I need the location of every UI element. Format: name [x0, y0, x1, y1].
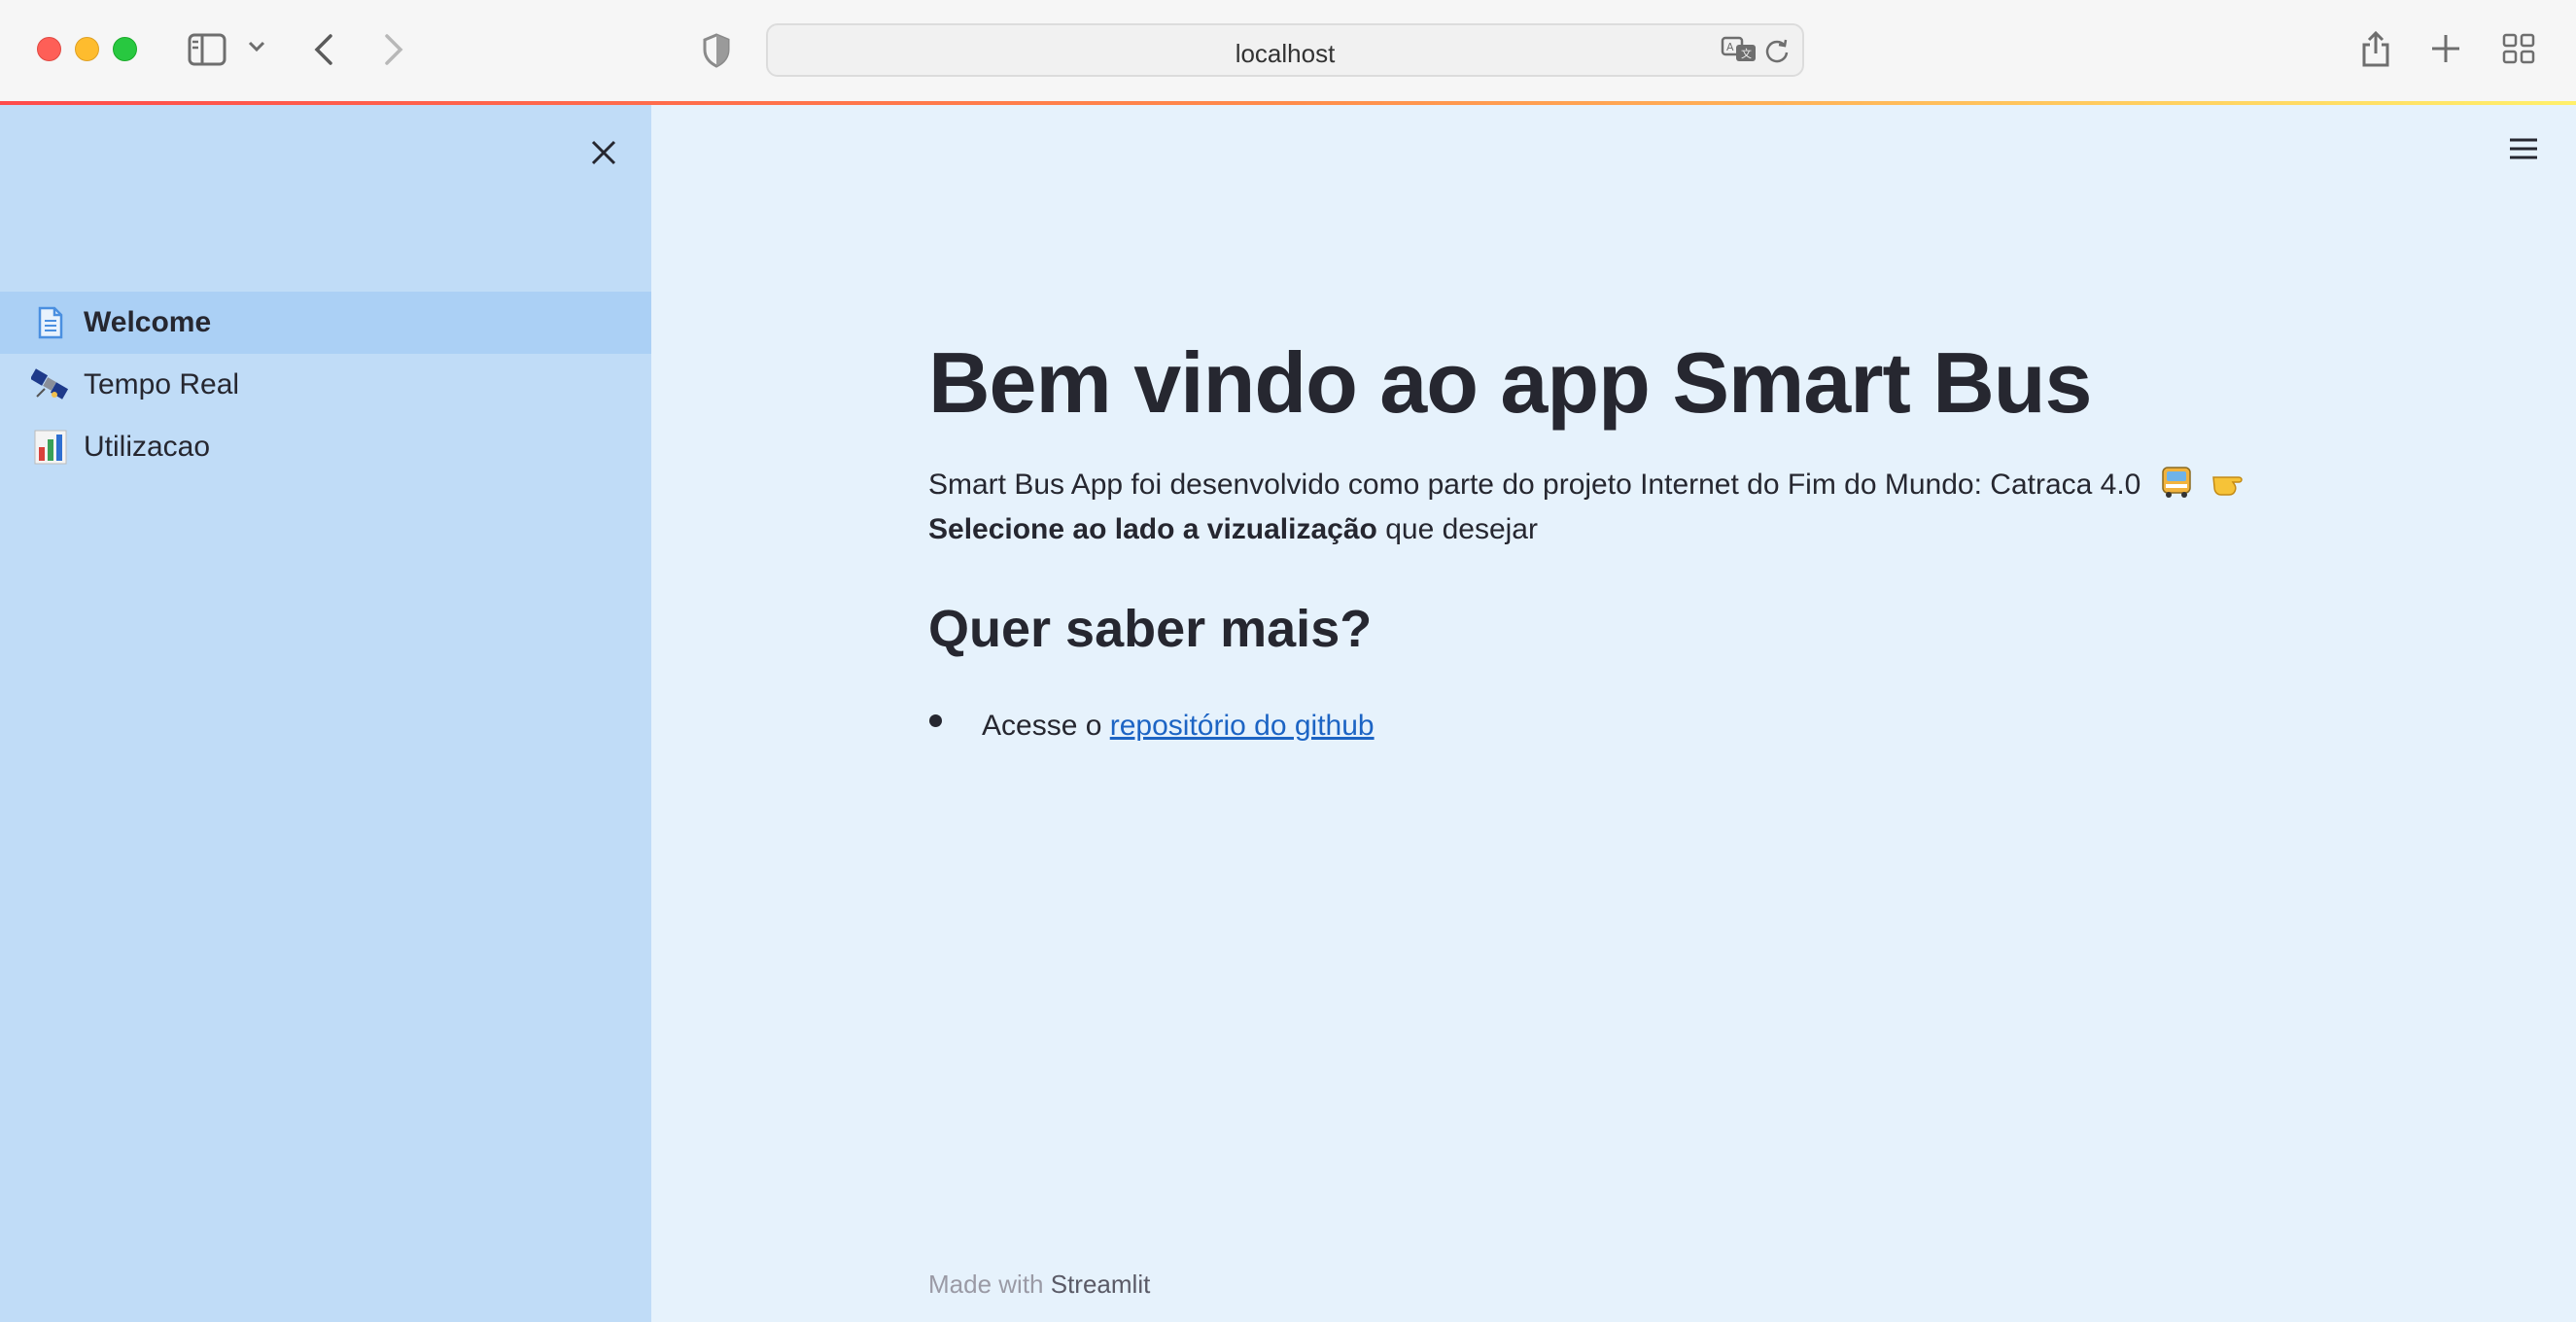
sidebar-item-utilizacao[interactable]: Utilizacao — [0, 416, 651, 478]
translate-icon[interactable]: A文 — [1721, 35, 1759, 64]
select-rest-text: que desejar — [1376, 513, 1538, 545]
svg-text:A: A — [1726, 41, 1734, 53]
new-tab-plus-icon[interactable] — [2430, 33, 2461, 64]
sidebar-item-label: Tempo Real — [84, 368, 240, 400]
bus-emoji-icon — [2159, 465, 2194, 507]
url-text: localhost — [1235, 39, 1336, 68]
pointing-hand-icon — [2210, 468, 2252, 504]
document-icon — [31, 303, 70, 342]
address-bar[interactable]: localhost A文 — [766, 23, 1804, 77]
chevron-down-icon[interactable] — [248, 41, 265, 52]
sidebar-toggle-icon[interactable] — [188, 33, 226, 66]
svg-text:文: 文 — [1741, 47, 1752, 60]
hamburger-menu-icon[interactable] — [2508, 136, 2539, 161]
main-content: Bem vindo ao app Smart Bus Smart Bus App… — [651, 105, 2576, 1322]
list-item: Acesse o repositório do github — [982, 710, 1375, 743]
bar-chart-icon — [31, 428, 70, 467]
section-heading: Quer saber mais? — [928, 600, 1373, 658]
streamlit-link[interactable]: Streamlit — [1051, 1270, 1151, 1299]
zoom-window-button[interactable] — [113, 37, 137, 61]
close-sidebar-icon[interactable] — [589, 138, 618, 167]
page-title: Bem vindo ao app Smart Bus — [928, 334, 2092, 431]
github-repository-link[interactable]: repositório do github — [1110, 710, 1375, 742]
intro-paragraph: Smart Bus App foi desenvolvido como part… — [928, 465, 2252, 507]
reload-icon[interactable] — [1763, 37, 1791, 64]
select-paragraph: Selecione ao lado a vizualização que des… — [928, 513, 1538, 546]
forward-arrow-icon[interactable] — [383, 33, 404, 66]
select-bold-text: Selecione ao lado a vizualização — [928, 513, 1377, 545]
privacy-shield-icon[interactable] — [702, 33, 731, 68]
list-prefix-text: Acesse o — [982, 710, 1110, 742]
share-icon[interactable] — [2359, 29, 2392, 68]
minimize-window-button[interactable] — [75, 37, 99, 61]
sidebar: Welcome Tempo Real Utilizacao — [0, 105, 651, 1322]
sidebar-item-tempo-real[interactable]: Tempo Real — [0, 354, 651, 416]
back-arrow-icon[interactable] — [313, 33, 334, 66]
close-window-button[interactable] — [37, 37, 61, 61]
footer: Made with Streamlit — [928, 1270, 1150, 1300]
browser-toolbar: localhost A文 — [0, 0, 2576, 101]
sidebar-item-label: Utilizacao — [84, 431, 211, 463]
sidebar-item-welcome[interactable]: Welcome — [0, 292, 651, 354]
sidebar-item-label: Welcome — [84, 306, 212, 338]
footer-made-with: Made with — [928, 1270, 1051, 1299]
intro-text: Smart Bus App foi desenvolvido como part… — [928, 468, 2141, 501]
tab-overview-icon[interactable] — [2502, 33, 2535, 64]
satellite-icon — [31, 365, 70, 404]
bullet-dot — [929, 714, 942, 727]
